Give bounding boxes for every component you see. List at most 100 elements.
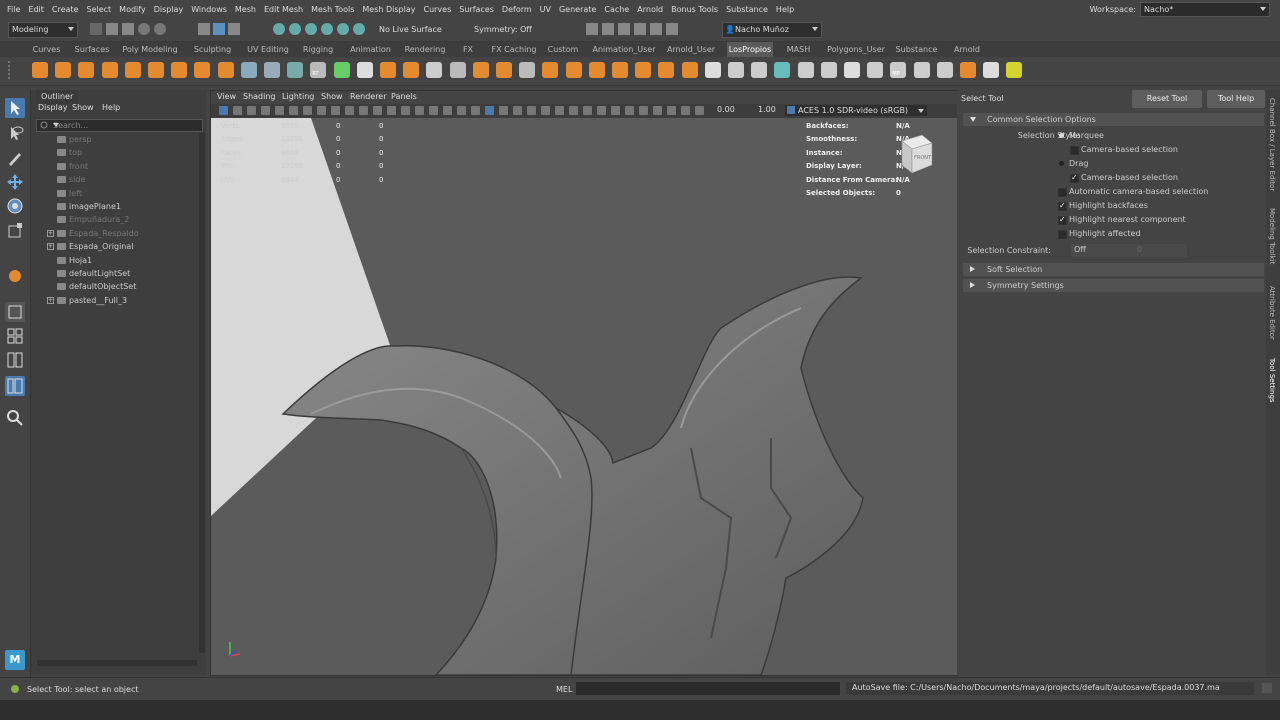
render-icon[interactable]: [960, 62, 976, 78]
expand-icon[interactable]: +: [47, 296, 54, 304]
last-tool-icon[interactable]: [5, 266, 25, 286]
viewport-tool-icon[interactable]: [219, 106, 228, 115]
extrude-icon[interactable]: [240, 62, 257, 78]
lattice-icon[interactable]: [913, 62, 930, 78]
snap-point-icon[interactable]: [305, 23, 317, 35]
arnold-icon[interactable]: [983, 62, 1000, 78]
symmetry-icon[interactable]: [867, 62, 884, 78]
outliner-item[interactable]: side: [31, 173, 199, 186]
new-scene-icon[interactable]: [90, 23, 102, 35]
viewport-tool-icon[interactable]: [471, 106, 480, 115]
sphere-icon[interactable]: [32, 62, 48, 78]
outliner-item[interactable]: defaultObjectSet: [31, 280, 199, 293]
viewport-menu-show[interactable]: Show: [321, 92, 343, 101]
viewport-tool-icon[interactable]: [583, 106, 592, 115]
center-pivot-icon[interactable]: [635, 62, 652, 78]
menu-mesh[interactable]: Mesh: [231, 0, 260, 19]
viewport-menu-panels[interactable]: Panels: [391, 92, 417, 101]
menu-edit[interactable]: Edit: [24, 0, 48, 19]
mirror-icon[interactable]: [426, 62, 443, 78]
outliner-item[interactable]: + Espada_Respaldo: [31, 227, 199, 240]
viewport-tool-icon[interactable]: [457, 106, 466, 115]
soft-select-icon[interactable]: MP: [890, 62, 907, 78]
menu-windows[interactable]: Windows: [187, 0, 231, 19]
pipe-icon[interactable]: [217, 62, 234, 78]
outliner-menu-show[interactable]: Show: [72, 103, 94, 112]
reset-tool-button[interactable]: Reset Tool: [1132, 90, 1202, 108]
reduce-icon[interactable]: [565, 62, 582, 78]
menu-deform[interactable]: Deform: [498, 0, 536, 19]
viewport-tool-icon[interactable]: [569, 106, 578, 115]
viewport-tool-icon[interactable]: [499, 106, 508, 115]
uv-editor-icon[interactable]: [704, 62, 721, 78]
viewport-tool-icon[interactable]: [625, 106, 634, 115]
menu-surfaces[interactable]: Surfaces: [455, 0, 498, 19]
smooth-icon[interactable]: [542, 62, 559, 78]
shelf-tab-substance[interactable]: Substance: [894, 42, 939, 57]
search-icon[interactable]: [5, 408, 25, 428]
marquee-radio[interactable]: Marquee: [1057, 130, 1217, 142]
outliner-menu-display[interactable]: Display: [38, 103, 68, 112]
menu-uv[interactable]: UV: [536, 0, 555, 19]
combine-icon[interactable]: [380, 62, 396, 78]
menu-bonus-tools[interactable]: Bonus Tools: [667, 0, 722, 19]
symmetry-field[interactable]: Symmetry: Off: [470, 22, 547, 38]
light-icon[interactable]: [1006, 62, 1023, 78]
viewport-menu-lighting[interactable]: Lighting: [282, 92, 314, 101]
viewport-menu-view[interactable]: View: [217, 92, 236, 101]
shelf-tab-polygons-user[interactable]: Polygons_User: [823, 42, 889, 57]
shelf-grip-icon[interactable]: [8, 61, 14, 79]
snap-vertex-icon[interactable]: [353, 23, 365, 35]
tab-modeling-toolkit[interactable]: Modeling Toolkit: [1268, 208, 1276, 264]
cone-icon[interactable]: [101, 62, 118, 78]
outliner-vertical-scrollbar[interactable]: [199, 133, 205, 653]
auto-camera-checkbox[interactable]: Automatic camera-based selection: [1057, 186, 1257, 198]
loop-icon[interactable]: [472, 62, 489, 78]
highlight-nearest-checkbox[interactable]: Highlight nearest component: [1057, 214, 1257, 226]
outliner-search-input[interactable]: Search...: [36, 119, 203, 132]
quad-draw-icon[interactable]: [356, 62, 373, 78]
viewport-menu-renderer[interactable]: Renderer: [350, 92, 387, 101]
quadrangulate-icon[interactable]: [612, 62, 628, 78]
viewport-tool-icon[interactable]: [527, 106, 536, 115]
view-cube[interactable]: FRONT: [896, 133, 933, 174]
expand-icon[interactable]: +: [47, 229, 54, 237]
menu-display[interactable]: Display: [150, 0, 188, 19]
rotate-tool-icon[interactable]: [5, 196, 25, 216]
snap-curve-icon[interactable]: [289, 23, 301, 35]
disc-icon[interactable]: [171, 62, 188, 78]
move-tool-icon[interactable]: [5, 172, 25, 192]
outliner-menu-help[interactable]: Help: [102, 103, 120, 112]
shelf-tab-uv-editing[interactable]: UV Editing: [243, 42, 293, 57]
target-weld-icon[interactable]: [519, 62, 536, 78]
viewport-tool-icon[interactable]: [485, 106, 494, 115]
outliner-item[interactable]: Empuñadura_2: [31, 213, 199, 226]
separate-icon[interactable]: [403, 62, 420, 78]
scale-tool-icon[interactable]: [5, 220, 25, 240]
multi-cut-icon[interactable]: [449, 62, 466, 78]
menu-cache[interactable]: Cache: [600, 0, 633, 19]
menu-generate[interactable]: Generate: [555, 0, 600, 19]
shelf-tab-poly-modeling[interactable]: Poly Modeling: [121, 42, 179, 57]
shelf-tab-animation[interactable]: Animation: [347, 42, 394, 57]
outliner-horizontal-scrollbar[interactable]: [37, 660, 197, 666]
select-tool-icon[interactable]: [5, 98, 25, 118]
render-view-icon[interactable]: [650, 23, 662, 35]
outliner-item[interactable]: + Espada_Original: [31, 240, 199, 253]
bevel-icon[interactable]: [264, 62, 280, 78]
viewport-tool-icon[interactable]: [667, 106, 676, 115]
outliner-item[interactable]: persp: [31, 133, 199, 146]
color-space-dropdown[interactable]: ACES 1.0 SDR-video (sRGB): [785, 105, 927, 116]
graph-icon[interactable]: [844, 62, 860, 78]
command-input[interactable]: [576, 682, 840, 695]
viewport-tool-icon[interactable]: [303, 106, 312, 115]
outliner-item[interactable]: + pasted__Full_3: [31, 294, 199, 307]
viewport-tool-icon[interactable]: [233, 106, 242, 115]
shelf-tab-sculpting[interactable]: Sculpting: [190, 42, 235, 57]
shelf-tab-lospropios[interactable]: LosPropios: [727, 42, 773, 57]
menu-file[interactable]: File: [3, 0, 24, 19]
select-hierarchy-icon[interactable]: [198, 23, 210, 35]
viewport-tool-icon[interactable]: [429, 106, 438, 115]
viewport-tool-icon[interactable]: [247, 106, 256, 115]
selection-constraint-field[interactable]: 0: [1134, 244, 1187, 257]
